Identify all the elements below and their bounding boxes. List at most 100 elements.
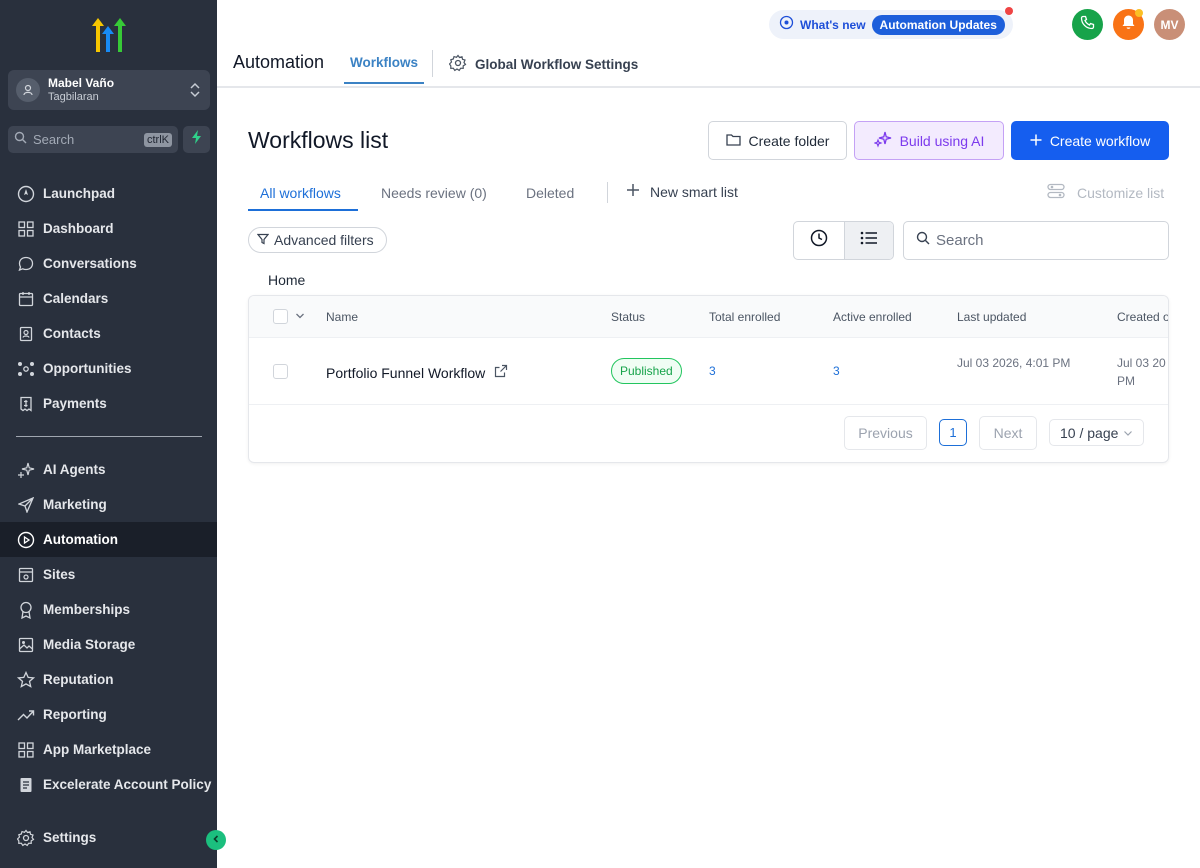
quick-action-button[interactable] xyxy=(183,126,210,153)
advanced-filters-button[interactable]: Advanced filters xyxy=(248,227,387,253)
sidebar-item-reporting[interactable]: Reporting xyxy=(0,697,217,732)
sidebar-item-label: Media Storage xyxy=(43,637,136,652)
global-workflow-settings-link[interactable]: Global Workflow Settings xyxy=(448,54,638,75)
sidebar-search[interactable]: Search ctrlK xyxy=(8,126,178,153)
list-view-button[interactable] xyxy=(843,222,893,259)
sidebar-item-sites[interactable]: Sites xyxy=(0,557,217,592)
sidebar-item-ai-agents[interactable]: AI Agents xyxy=(0,452,217,487)
customize-list-button[interactable]: Customize list xyxy=(1047,183,1164,202)
account-switcher[interactable]: Mabel Vaño Tagbilaran xyxy=(8,70,210,110)
search-input[interactable] xyxy=(936,232,1156,249)
workflow-name-text[interactable]: Portfolio Funnel Workflow xyxy=(326,365,485,381)
column-header-total-enrolled[interactable]: Total enrolled xyxy=(709,310,780,324)
build-using-ai-button[interactable]: Build using AI xyxy=(854,121,1004,160)
search-icon xyxy=(916,231,930,250)
sidebar-item-label: App Marketplace xyxy=(43,742,152,757)
table-header: Name Status Total enrolled Active enroll… xyxy=(249,296,1168,338)
sidebar-item-label: Automation xyxy=(43,532,118,547)
workflows-table: Name Status Total enrolled Active enroll… xyxy=(248,295,1169,463)
column-header-active-enrolled[interactable]: Active enrolled xyxy=(833,310,912,324)
sidebar-item-label: Dashboard xyxy=(43,221,114,236)
bell-badge xyxy=(1135,9,1143,17)
sidebar-item-label: Excelerate Account Policy xyxy=(43,777,212,792)
sidebar-divider xyxy=(16,436,202,437)
sidebar-item-app-marketplace[interactable]: App Marketplace xyxy=(0,732,217,767)
top-header: What's new Automation Updates MV Automat… xyxy=(217,0,1200,88)
sidebar-item-conversations[interactable]: Conversations xyxy=(0,246,217,281)
tab-needs-review[interactable]: Needs review (0) xyxy=(381,185,487,201)
tab-all-workflows[interactable]: All workflows xyxy=(260,185,341,201)
sidebar-search-placeholder: Search xyxy=(33,132,75,147)
whats-new-button[interactable]: What's new Automation Updates xyxy=(769,10,1013,39)
new-smart-list-button[interactable]: New smart list xyxy=(626,183,738,200)
external-link-icon[interactable] xyxy=(485,364,508,381)
create-workflow-button[interactable]: Create workflow xyxy=(1011,121,1169,160)
automation-updates-pill[interactable]: Automation Updates xyxy=(871,14,1005,35)
next-page-button[interactable]: Next xyxy=(979,416,1037,450)
brand-logo[interactable] xyxy=(88,16,130,54)
history-view-button[interactable] xyxy=(794,222,844,259)
sidebar-item-contacts[interactable]: Contacts xyxy=(0,316,217,351)
sidebar-nav-top: Launchpad Dashboard Conversations Calend… xyxy=(0,176,217,421)
last-updated-value: Jul 03 2026, 4:01 PM xyxy=(957,356,1071,370)
active-tab-indicator xyxy=(248,209,358,211)
grid-icon xyxy=(16,740,36,760)
sidebar-item-memberships[interactable]: Memberships xyxy=(0,592,217,627)
column-header-name[interactable]: Name xyxy=(326,310,358,324)
total-enrolled-value[interactable]: 3 xyxy=(709,364,716,378)
column-header-status[interactable]: Status xyxy=(611,310,645,324)
award-icon xyxy=(16,600,36,620)
sidebar-item-label: Conversations xyxy=(43,256,137,271)
sidebar-item-label: Marketing xyxy=(43,497,107,512)
previous-page-button[interactable]: Previous xyxy=(844,416,927,450)
sidebar-item-label: Opportunities xyxy=(43,361,132,376)
customize-list-label: Customize list xyxy=(1077,184,1165,201)
sidebar-item-label: Settings xyxy=(43,830,97,845)
select-all-checkbox[interactable] xyxy=(273,309,288,324)
sidebar-item-label: Payments xyxy=(43,396,107,411)
payments-icon xyxy=(16,394,36,414)
section-title: Automation xyxy=(233,52,325,72)
sidebar-item-label: Contacts xyxy=(43,326,101,341)
sidebar-item-opportunities[interactable]: Opportunities xyxy=(0,351,217,386)
column-header-last-updated[interactable]: Last updated xyxy=(957,310,1026,324)
sidebar-item-reputation[interactable]: Reputation xyxy=(0,662,217,697)
active-enrolled-value[interactable]: 3 xyxy=(833,364,840,378)
opportunities-icon xyxy=(16,359,36,379)
sites-icon xyxy=(16,565,36,585)
chevron-down-icon[interactable] xyxy=(295,309,305,328)
sidebar-item-automation[interactable]: Automation xyxy=(0,522,217,557)
phone-button[interactable] xyxy=(1072,9,1103,40)
sparkle-icon xyxy=(16,460,36,480)
list-icon xyxy=(860,231,878,250)
tab-workflows[interactable]: Workflows xyxy=(344,47,424,84)
chat-icon xyxy=(16,254,36,274)
workflow-name[interactable]: Portfolio Funnel Workflow xyxy=(326,364,508,381)
breadcrumb-home[interactable]: Home xyxy=(268,272,305,288)
user-avatar[interactable]: MV xyxy=(1154,9,1185,40)
row-checkbox[interactable] xyxy=(273,364,288,379)
column-header-created[interactable]: Created o xyxy=(1117,310,1168,324)
sidebar-item-launchpad[interactable]: Launchpad xyxy=(0,176,217,211)
create-folder-button[interactable]: Create folder xyxy=(708,121,847,160)
sidebar-item-marketing[interactable]: Marketing xyxy=(0,487,217,522)
account-location: Tagbilaran xyxy=(48,91,99,103)
table-row[interactable]: Portfolio Funnel Workflow Published 3 3 … xyxy=(249,338,1168,405)
chevron-left-icon xyxy=(211,831,221,849)
gear-icon xyxy=(448,54,475,75)
sidebar-item-calendars[interactable]: Calendars xyxy=(0,281,217,316)
tab-deleted[interactable]: Deleted xyxy=(526,185,574,201)
contacts-icon xyxy=(16,324,36,344)
toggles-icon xyxy=(1047,183,1077,202)
sidebar-item-settings[interactable]: Settings xyxy=(0,820,217,855)
sidebar-item-dashboard[interactable]: Dashboard xyxy=(0,211,217,246)
sidebar-item-excelerate-account-policy[interactable]: Excelerate Account Policy xyxy=(0,767,217,802)
account-name: Mabel Vaño xyxy=(48,76,115,90)
sidebar-item-media-storage[interactable]: Media Storage xyxy=(0,627,217,662)
plus-icon xyxy=(1030,133,1050,149)
collapse-sidebar-button[interactable] xyxy=(206,830,226,850)
page-size-select[interactable]: 10 / page xyxy=(1049,419,1144,446)
page-number-button[interactable]: 1 xyxy=(939,419,967,446)
sidebar-item-payments[interactable]: Payments xyxy=(0,386,217,421)
launchpad-icon xyxy=(16,184,36,204)
